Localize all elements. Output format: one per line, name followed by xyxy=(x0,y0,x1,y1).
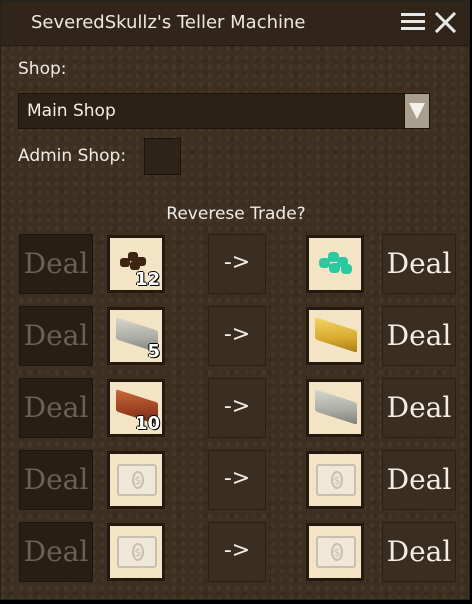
output-item-slot[interactable] xyxy=(306,379,364,437)
reverse-trade-label: Reverese Trade? xyxy=(166,204,306,224)
title-bar: SeveredSkullz's Teller Machine xyxy=(1,1,469,46)
shop-dropdown[interactable]: Main Shop xyxy=(18,93,430,129)
deal-button[interactable]: Deal xyxy=(382,306,456,366)
input-item-count: 5 xyxy=(147,341,160,362)
teller-window: SeveredSkullz's Teller Machine Shop: Mai… xyxy=(0,0,470,600)
output-item-slot[interactable] xyxy=(306,235,364,293)
admin-shop-label: Admin Shop: xyxy=(18,146,127,166)
output-item-slot[interactable]: $ xyxy=(306,451,364,509)
reverse-deal-button[interactable]: Deal xyxy=(19,378,93,438)
deal-button[interactable]: Deal xyxy=(382,450,456,510)
admin-shop-checkbox[interactable] xyxy=(144,138,181,175)
trade-arrow-button[interactable]: -> xyxy=(208,522,266,582)
emerald-icon xyxy=(319,250,353,276)
banknote-icon: $ xyxy=(316,464,356,496)
input-item-slot[interactable]: 5 xyxy=(107,307,165,365)
coal-icon xyxy=(120,252,150,270)
output-item-slot[interactable] xyxy=(306,307,364,365)
reverse-deal-button[interactable]: Deal xyxy=(19,450,93,510)
window-title: SeveredSkullz's Teller Machine xyxy=(31,12,306,33)
trade-arrow-button[interactable]: -> xyxy=(208,450,266,510)
input-item-slot[interactable]: $ xyxy=(107,523,165,581)
input-item-slot[interactable]: $ xyxy=(107,451,165,509)
input-item-slot[interactable]: 10 xyxy=(107,379,165,437)
deal-button[interactable]: Deal xyxy=(382,378,456,438)
shop-label: Shop: xyxy=(18,59,67,79)
trade-arrow-button[interactable]: -> xyxy=(208,306,266,366)
close-icon[interactable] xyxy=(433,10,457,34)
hamburger-icon[interactable] xyxy=(401,11,425,33)
banknote-icon: $ xyxy=(117,536,157,568)
reverse-deal-button[interactable]: Deal xyxy=(19,522,93,582)
reverse-deal-button[interactable]: Deal xyxy=(19,234,93,294)
banknote-icon: $ xyxy=(117,464,157,496)
deal-button[interactable]: Deal xyxy=(382,522,456,582)
reverse-deal-button[interactable]: Deal xyxy=(19,306,93,366)
shop-dropdown-value: Main Shop xyxy=(27,101,116,121)
input-item-count: 12 xyxy=(134,269,160,290)
output-item-slot[interactable]: $ xyxy=(306,523,364,581)
trade-arrow-button[interactable]: -> xyxy=(208,378,266,438)
gold-ingot-icon xyxy=(315,317,357,353)
input-item-count: 10 xyxy=(134,413,160,434)
trade-arrow-button[interactable]: -> xyxy=(208,234,266,294)
input-item-slot[interactable]: 12 xyxy=(107,235,165,293)
dropdown-arrow-icon[interactable] xyxy=(404,94,429,128)
iron-ingot-icon xyxy=(315,389,357,425)
deal-button[interactable]: Deal xyxy=(382,234,456,294)
banknote-icon: $ xyxy=(316,536,356,568)
